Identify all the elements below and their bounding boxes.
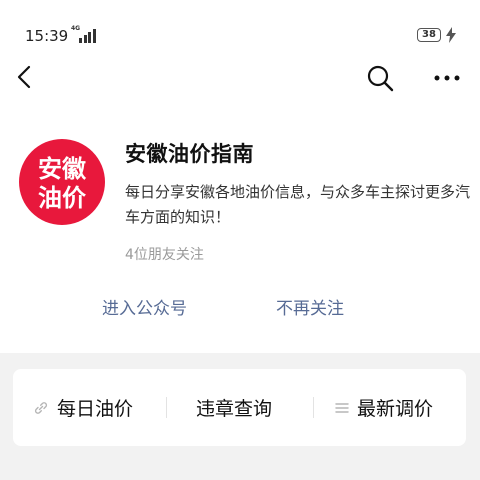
menu-label: 每日油价: [57, 398, 134, 420]
menu-divider: [166, 397, 167, 418]
logo-text-line1: 安徽: [38, 155, 87, 183]
back-arrow-icon[interactable]: [12, 63, 40, 91]
list-icon: [335, 402, 349, 413]
unfollow-button[interactable]: 不再关注: [276, 294, 344, 319]
menu-item-violation-query[interactable]: 违章查询: [196, 369, 272, 446]
friends-follow-count: 4位朋友关注: [125, 247, 204, 263]
more-dots-icon[interactable]: [432, 66, 462, 90]
account-description: 每日分享安徽各地油价信息，与众多车主探讨更多汽车方面的知识！: [125, 183, 471, 226]
enter-account-button[interactable]: 进入公众号: [102, 294, 187, 319]
menu-divider: [313, 397, 314, 418]
account-avatar: 安徽 油价: [19, 139, 105, 225]
battery-level: 38: [422, 29, 436, 40]
account-menu: 每日油价 违章查询 最新调价: [13, 369, 466, 446]
menu-label: 最新调价: [357, 398, 434, 420]
menu-label: 违章查询: [196, 398, 273, 420]
battery-icon: 38: [417, 28, 441, 42]
account-name: 安徽油价指南: [125, 142, 254, 166]
search-icon[interactable]: [366, 64, 394, 92]
charging-icon: [446, 27, 456, 43]
signal-icon: [79, 29, 96, 43]
link-icon: [34, 401, 48, 414]
menu-item-daily-oil-price[interactable]: 每日油价: [33, 369, 133, 446]
status-time: 15:39: [25, 27, 69, 45]
menu-item-latest-price-change[interactable]: 最新调价: [335, 369, 433, 446]
logo-text-line2: 油价: [38, 184, 87, 212]
